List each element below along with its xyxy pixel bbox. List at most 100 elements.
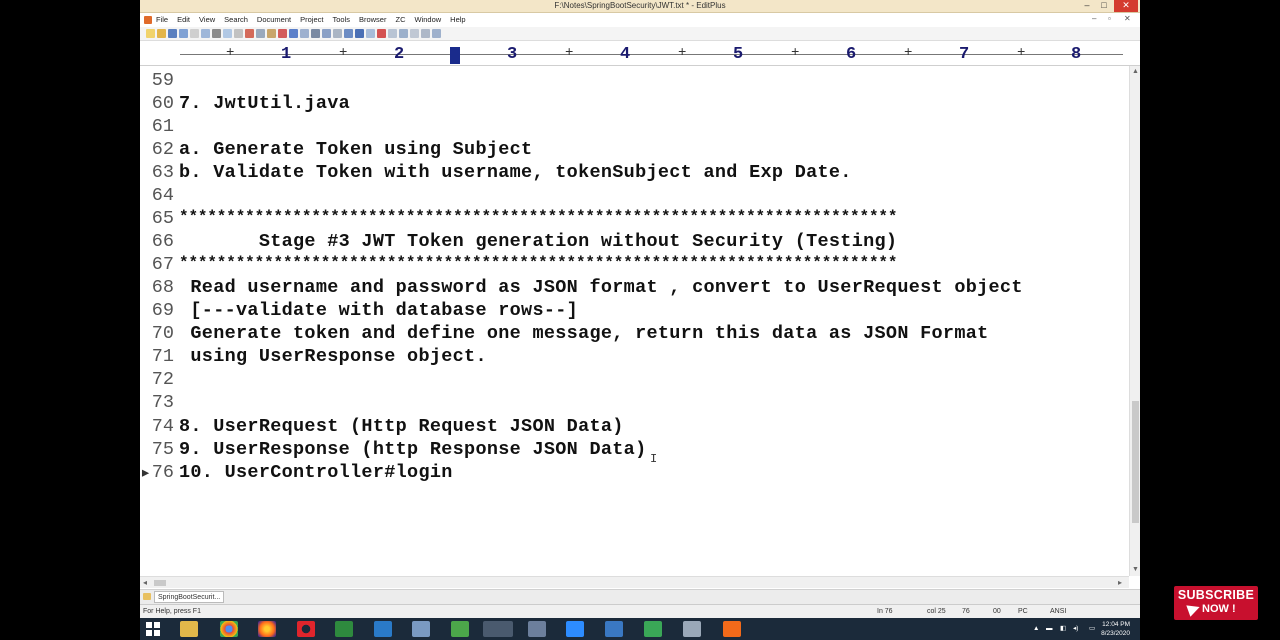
editplus-app-icon — [144, 16, 152, 24]
cascade-icon[interactable] — [421, 29, 430, 38]
line-text[interactable]: ****************************************… — [179, 208, 897, 226]
line-text[interactable]: Read username and password as JSON forma… — [179, 277, 1023, 298]
print-preview-icon[interactable] — [212, 29, 221, 38]
line-text[interactable]: [---validate with database rows--] — [179, 300, 578, 321]
line-number-icon[interactable] — [355, 29, 364, 38]
recorder-app-icon[interactable] — [723, 621, 741, 637]
volume-icon[interactable]: ◂) — [1073, 624, 1078, 633]
spell-check-icon[interactable] — [223, 29, 232, 38]
zoom-icon[interactable] — [566, 621, 584, 637]
delete-icon[interactable] — [278, 29, 287, 38]
text-cursor-icon: I — [650, 452, 658, 466]
line-text[interactable]: 8. UserRequest (Http Request JSON Data) — [179, 416, 624, 437]
folder-icon[interactable] — [143, 593, 151, 600]
scroll-right-icon[interactable]: ▸ — [1118, 578, 1122, 587]
replace-icon[interactable] — [322, 29, 331, 38]
screen-icon[interactable] — [388, 29, 397, 38]
line-text[interactable]: a. Generate Token using Subject — [179, 139, 532, 160]
line-text[interactable]: 7. JwtUtil.java — [179, 93, 350, 114]
network-icon[interactable]: ◧ — [1060, 624, 1066, 633]
ruler-icon[interactable] — [366, 29, 375, 38]
text-editor[interactable]: 59 60 7. JwtUtil.java 61 62 a. Generate To… — [140, 66, 1129, 576]
taskbar-clock[interactable]: 12:04 PM 8/23/2020 — [1092, 620, 1130, 638]
line-number: 76 — [151, 462, 174, 483]
menu-help[interactable]: Help — [450, 15, 465, 24]
line-text[interactable]: b. Validate Token with username, tokenSu… — [179, 162, 852, 183]
line-number: 62 — [151, 139, 174, 160]
scroll-left-icon[interactable]: ◂ — [143, 578, 147, 587]
firefox-icon[interactable] — [258, 621, 276, 637]
undo-icon[interactable] — [289, 29, 298, 38]
tile-icon[interactable] — [410, 29, 419, 38]
horizontal-scrollbar[interactable]: ◂ ▸ — [140, 576, 1129, 588]
spring-tool-suite-icon[interactable] — [451, 621, 469, 637]
menu-file[interactable]: File — [156, 15, 168, 24]
redo-icon[interactable] — [300, 29, 309, 38]
menu-document[interactable]: Document — [257, 15, 291, 24]
notes-app-icon[interactable] — [644, 621, 662, 637]
horizontal-scroll-thumb[interactable] — [154, 580, 166, 586]
goto-icon[interactable] — [333, 29, 342, 38]
tray-app-icon[interactable]: ▬ — [1046, 624, 1053, 633]
menu-browser[interactable]: Browser — [359, 15, 387, 24]
menu-tools[interactable]: Tools — [332, 15, 350, 24]
paste-icon[interactable] — [267, 29, 276, 38]
line-text[interactable]: ****************************************… — [179, 254, 897, 272]
close-file-icon[interactable] — [190, 29, 199, 38]
windows-start-icon[interactable] — [146, 622, 160, 636]
media-app-icon[interactable] — [605, 621, 623, 637]
menu-project[interactable]: Project — [300, 15, 323, 24]
close-button[interactable]: ✕ — [1114, 0, 1138, 12]
editplus-taskbar-icon[interactable] — [483, 621, 513, 637]
subscribe-button[interactable]: SUBSCRIBE NOW ! — [1174, 586, 1258, 620]
new-file-icon[interactable] — [146, 29, 155, 38]
mdi-minimize-button[interactable]: – — [1092, 14, 1096, 23]
tray-chevron-icon[interactable]: ▲ — [1033, 624, 1039, 633]
scroll-up-icon[interactable]: ▲ — [1132, 68, 1139, 75]
print-icon[interactable] — [201, 29, 210, 38]
opera-icon[interactable] — [297, 621, 315, 637]
virtualbox-icon[interactable] — [528, 621, 546, 637]
menu-window[interactable]: Window — [414, 15, 441, 24]
maximize-button[interactable]: □ — [1095, 0, 1113, 12]
menu-view[interactable]: View — [199, 15, 215, 24]
menu-search[interactable]: Search — [224, 15, 248, 24]
vscode-icon[interactable] — [374, 621, 392, 637]
ruler-half-mark: + — [565, 45, 574, 61]
scroll-down-icon[interactable]: ▼ — [1132, 566, 1139, 573]
document-tab[interactable]: SpringBootSecurit... — [154, 591, 225, 603]
menu-zc[interactable]: ZC — [395, 15, 405, 24]
find-icon[interactable] — [311, 29, 320, 38]
line-text[interactable]: 10. UserController#login — [179, 462, 453, 483]
save-icon[interactable] — [168, 29, 177, 38]
remote-desktop-icon[interactable] — [412, 621, 430, 637]
chrome-icon[interactable] — [220, 621, 238, 637]
cut-icon[interactable] — [245, 29, 254, 38]
windows-taskbar: ▲ ▬ ◧ ◂) ▭ 12:04 PM 8/23/2020 — [140, 618, 1140, 640]
save-all-icon[interactable] — [179, 29, 188, 38]
minimize-button[interactable]: – — [1078, 0, 1096, 12]
vertical-scrollbar[interactable]: ▲ ▼ — [1129, 66, 1140, 576]
document-tab-bar: SpringBootSecurit... — [140, 589, 1140, 604]
window-list-icon[interactable] — [399, 29, 408, 38]
line-number: 67 — [151, 254, 174, 275]
mdi-restore-button[interactable]: ▫ — [1108, 14, 1111, 23]
browser-icon[interactable] — [234, 29, 243, 38]
menu-edit[interactable]: Edit — [177, 15, 190, 24]
status-value-2: 00 — [993, 608, 1001, 615]
copy-icon[interactable] — [256, 29, 265, 38]
word-wrap-icon[interactable] — [344, 29, 353, 38]
settings-app-icon[interactable] — [683, 621, 701, 637]
vertical-scroll-thumb[interactable] — [1132, 401, 1139, 523]
line-text[interactable]: 9. UserResponse (http Response JSON Data… — [179, 439, 646, 460]
spreadsheet-icon[interactable] — [335, 621, 353, 637]
open-file-icon[interactable] — [157, 29, 166, 38]
line-text[interactable]: Generate token and define one message, r… — [179, 323, 989, 344]
line-text[interactable]: Stage #3 JWT Token generation without Se… — [179, 231, 897, 252]
spell-icon[interactable] — [377, 29, 386, 38]
help-icon[interactable] — [432, 29, 441, 38]
line-text[interactable]: using UserResponse object. — [179, 346, 487, 367]
file-explorer-icon[interactable] — [180, 621, 198, 637]
mdi-close-button[interactable]: ✕ — [1124, 14, 1131, 23]
subscribe-label: SUBSCRIBE — [1177, 588, 1255, 602]
